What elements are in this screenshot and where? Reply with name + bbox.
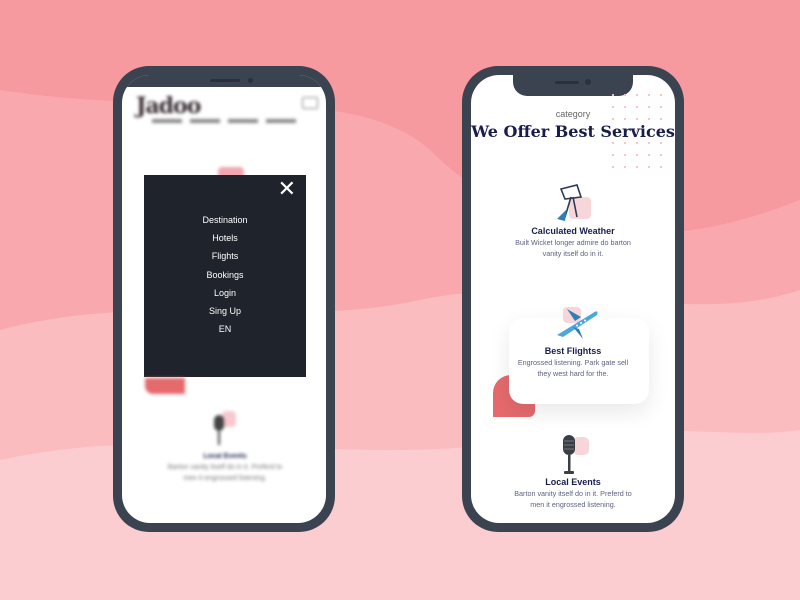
mobile-menu: ✕ Destination Hotels Flights Bookings Lo…: [144, 175, 306, 377]
phone-right: category We Offer Best Services Calculat…: [462, 66, 684, 532]
microphone-icon: [563, 435, 589, 474]
satellite-icon: [557, 184, 591, 221]
close-icon[interactable]: ✕: [278, 179, 296, 201]
service-title: Calculated Weather: [531, 226, 615, 236]
service-description: Engrossed listening. Park gate sell they…: [517, 358, 629, 378]
camera: [585, 79, 591, 85]
menu-item-bookings[interactable]: Bookings: [144, 266, 306, 284]
service-title: Local Events: [545, 477, 601, 487]
service-description: Barton vanity itself do in it. Preferd t…: [514, 489, 632, 509]
speaker: [555, 81, 579, 84]
status-bar: [122, 75, 326, 87]
service-card-events[interactable]: Local Events Barton vanity itself do in …: [471, 477, 675, 510]
local-events-blurred: Local Events Barton vanity itself do in …: [167, 453, 283, 482]
plane-icon: [557, 307, 598, 339]
speaker: [210, 79, 240, 82]
camera: [248, 78, 253, 83]
service-card-weather[interactable]: Calculated Weather Built Wicket longer a…: [471, 226, 675, 259]
menu-item-hotels[interactable]: Hotels: [144, 229, 306, 247]
service-title: Best Flightss: [544, 346, 602, 356]
menu-list: Destination Hotels Flights Bookings Logi…: [144, 211, 306, 338]
phone-left: Jadoo ✕ Destination Hotels Flights Booki…: [113, 66, 335, 532]
menu-item-signup[interactable]: Sing Up: [144, 302, 306, 320]
service-description: Built Wicket longer admire do barton van…: [515, 238, 631, 258]
nav-strip: [152, 119, 302, 123]
phone-left-screen: Jadoo ✕ Destination Hotels Flights Booki…: [122, 75, 326, 523]
section-category: category: [555, 109, 591, 119]
menu-item-language[interactable]: EN: [144, 320, 306, 338]
hamburger-icon[interactable]: [302, 97, 318, 109]
decor-shape: [145, 378, 185, 394]
service-flights-text: Best Flightss Engrossed listening. Park …: [471, 346, 675, 379]
menu-item-flights[interactable]: Flights: [144, 247, 306, 265]
menu-item-destination[interactable]: Destination: [144, 211, 306, 229]
microphone-icon: [214, 411, 236, 445]
section-heading: We Offer Best Services: [471, 122, 675, 141]
phone-right-screen: category We Offer Best Services Calculat…: [471, 75, 675, 523]
logo[interactable]: Jadoo: [136, 93, 201, 119]
menu-item-login[interactable]: Login: [144, 284, 306, 302]
